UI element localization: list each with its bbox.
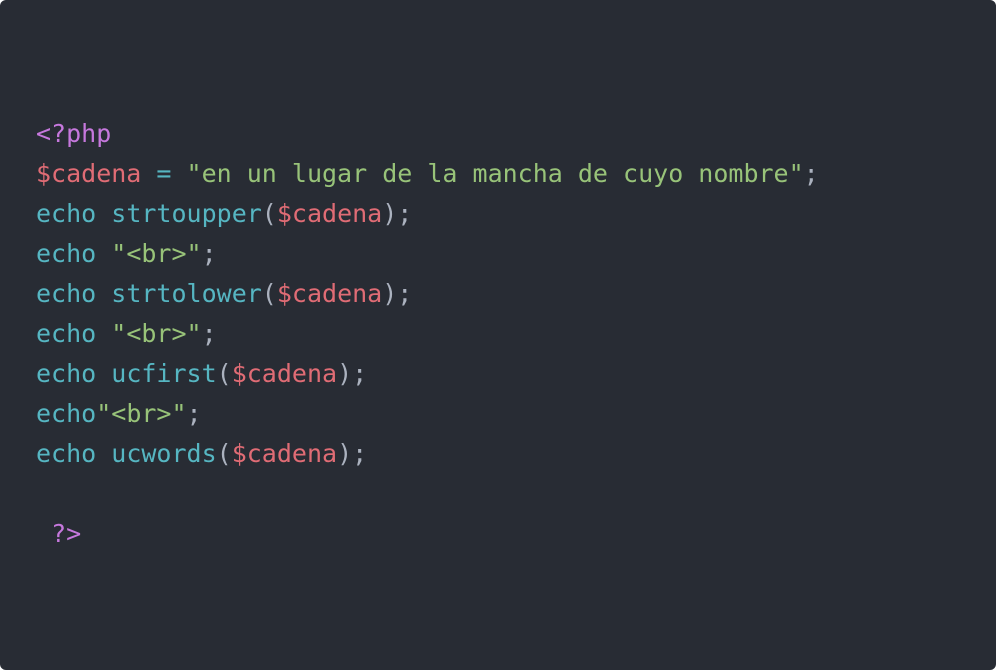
- punctuation-token: [171, 159, 186, 188]
- keyword-token: echo: [36, 239, 97, 268]
- code-block: <?php $cadena = "en un lugar de la mancha…: [36, 114, 819, 554]
- punctuation-token: [96, 199, 111, 228]
- php-tag: ?>: [51, 519, 82, 548]
- punctuation-token: (: [261, 279, 277, 308]
- keyword-token: echo: [36, 439, 97, 468]
- code-line: $cadena = "en un lugar de la mancha de c…: [36, 154, 819, 194]
- variable-token: $cadena: [36, 159, 142, 188]
- variable-token: $cadena: [231, 359, 338, 388]
- punctuation-token: [96, 279, 111, 308]
- punctuation-token: );: [382, 199, 413, 228]
- code-editor: <?php $cadena = "en un lugar de la mancha…: [0, 0, 996, 670]
- keyword-token: echo: [36, 359, 97, 388]
- string-token: "en un lugar de la mancha de cuyo nombre…: [186, 159, 804, 188]
- punctuation-token: );: [382, 279, 413, 308]
- variable-token: $cadena: [276, 199, 383, 228]
- keyword-token: echo: [36, 279, 97, 308]
- code-line: echo "<br>";: [36, 234, 819, 274]
- code-line: echo "<br>";: [36, 314, 819, 354]
- punctuation-token: ;: [201, 319, 217, 348]
- function-token: strtolower: [111, 279, 262, 308]
- punctuation-token: [141, 159, 156, 188]
- string-token: "<br>": [111, 239, 202, 268]
- variable-token: $cadena: [276, 279, 383, 308]
- punctuation-token: (: [261, 199, 277, 228]
- code-line: echo ucwords($cadena);: [36, 434, 819, 474]
- punctuation-token: [96, 239, 111, 268]
- code-line: echo strtolower($cadena);: [36, 274, 819, 314]
- punctuation-token: (: [216, 359, 232, 388]
- punctuation-token: ;: [186, 399, 202, 428]
- punctuation-token: ;: [201, 239, 217, 268]
- code-line: ?>: [36, 514, 819, 554]
- punctuation-token: );: [337, 439, 368, 468]
- punctuation-token: (: [216, 439, 232, 468]
- keyword-token: echo: [36, 399, 97, 428]
- function-token: ucfirst: [111, 359, 217, 388]
- function-token: ucwords: [111, 439, 217, 468]
- punctuation-token: [96, 319, 111, 348]
- punctuation-token: ;: [803, 159, 819, 188]
- string-token: "<br>": [111, 319, 202, 348]
- code-line: <?php: [36, 114, 819, 154]
- code-line: echo strtoupper($cadena);: [36, 194, 819, 234]
- keyword-token: echo: [36, 199, 97, 228]
- punctuation-token: [96, 359, 111, 388]
- punctuation-token: );: [337, 359, 368, 388]
- php-tag: <?php: [36, 119, 112, 148]
- punctuation-token: [96, 439, 111, 468]
- string-token: "<br>": [96, 399, 187, 428]
- operator-token: =: [156, 159, 172, 188]
- function-token: strtoupper: [111, 199, 262, 228]
- code-line: echo"<br>";: [36, 394, 819, 434]
- punctuation-token: [36, 519, 51, 548]
- code-line: echo ucfirst($cadena);: [36, 354, 819, 394]
- keyword-token: echo: [36, 319, 97, 348]
- variable-token: $cadena: [231, 439, 338, 468]
